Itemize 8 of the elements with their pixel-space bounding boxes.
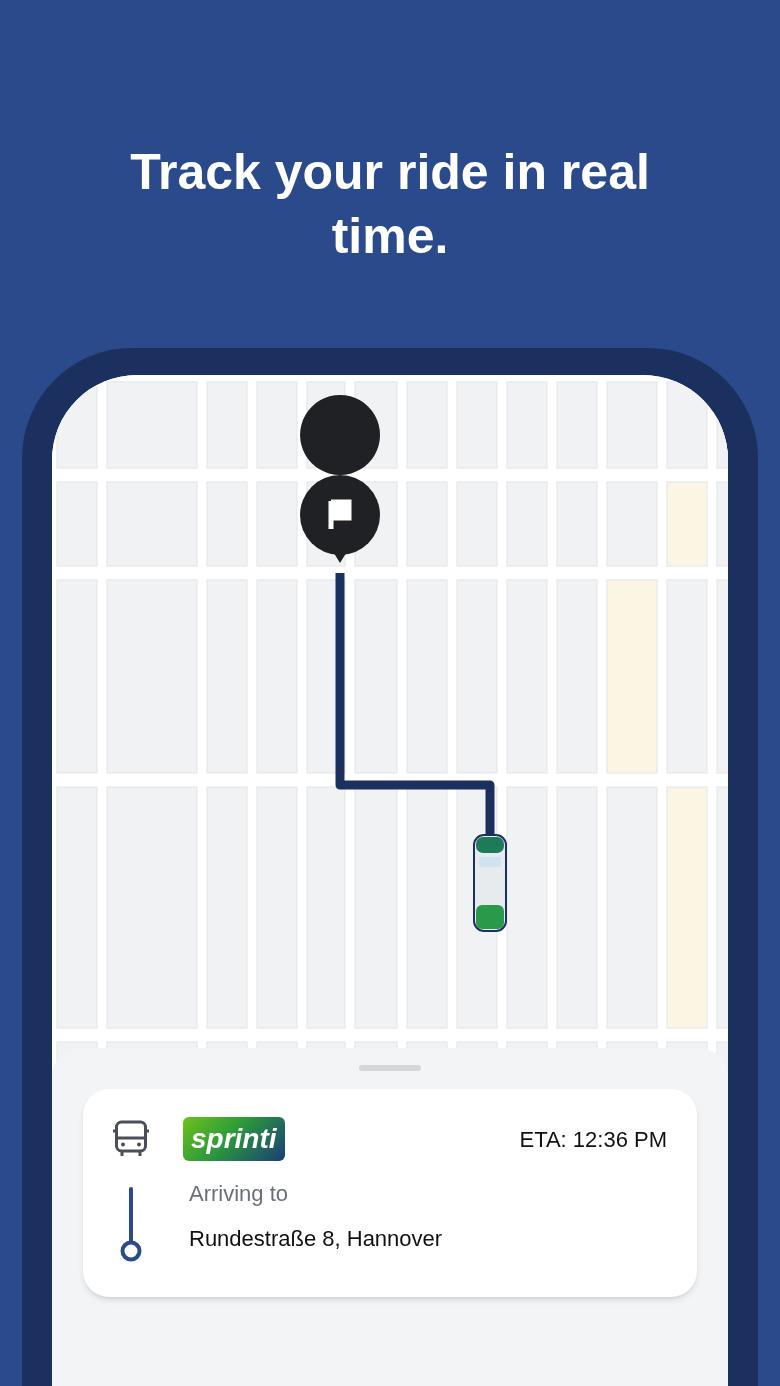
sheet-handle[interactable] xyxy=(359,1065,421,1071)
destination-address: Rundestraße 8, Hannover xyxy=(189,1225,443,1253)
operator-logo: sprinti xyxy=(183,1117,285,1161)
destination-route-icon xyxy=(119,1187,143,1263)
bus-icon xyxy=(113,1120,149,1158)
arriving-label: Arriving to xyxy=(189,1180,290,1208)
eta-text: ETA: 12:36 PM xyxy=(519,1125,667,1154)
headline: Track your ride in real time. xyxy=(130,143,650,266)
